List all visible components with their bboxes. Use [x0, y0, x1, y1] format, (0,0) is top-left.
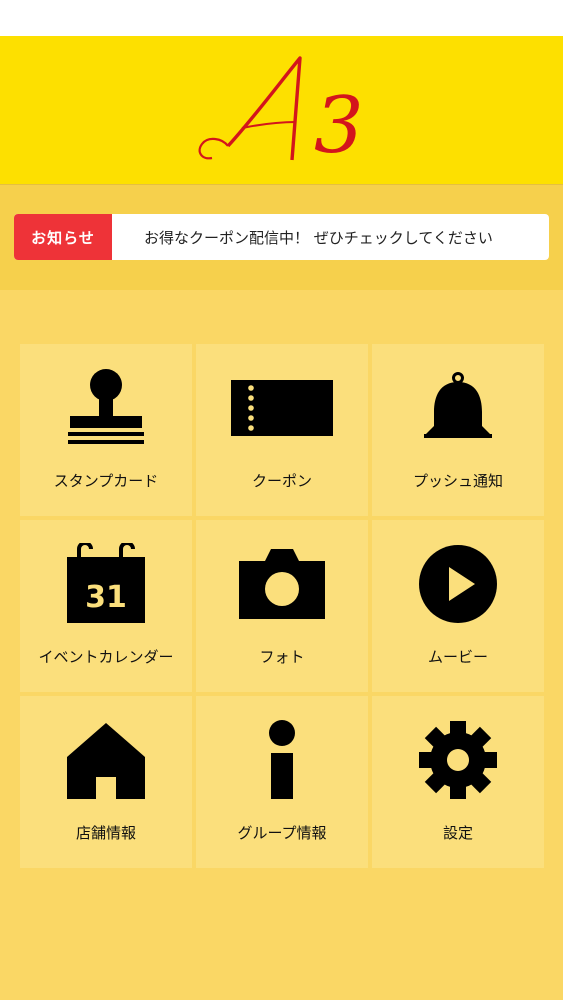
- menu-item-label: クーポン: [251, 472, 312, 490]
- menu-item-stamp-card[interactable]: スタンプカード: [20, 344, 192, 516]
- menu-item-label: イベントカレンダー: [38, 648, 174, 666]
- app-screen: 3 お知らせ お得なクーポン配信中！ ぜひチェックしてください スタンプカード …: [0, 0, 563, 1000]
- menu-item-label: グループ情報: [237, 824, 327, 842]
- menu-item-group-info[interactable]: グループ情報: [196, 696, 368, 868]
- news-label: お知らせ: [14, 214, 112, 260]
- menu-item-label: 店舗情報: [75, 824, 136, 842]
- news-bar: お知らせ お得なクーポン配信中！ ぜひチェックしてください: [0, 184, 563, 290]
- menu-item-label: 設定: [442, 824, 473, 842]
- logo-digit: 3: [314, 81, 364, 171]
- app-header: 3: [0, 36, 563, 184]
- a3-logo: 3: [198, 56, 364, 171]
- bell-icon: [424, 372, 492, 438]
- camera-icon: [239, 549, 325, 619]
- menu-grid: スタンプカード クーポン プッシュ通知 31 イベントカレンダー フォト ムービ…: [20, 344, 544, 868]
- info-icon: [269, 720, 295, 799]
- menu-item-label: スタンプカード: [53, 472, 159, 490]
- stamp-icon: [68, 369, 144, 444]
- gear-icon: [419, 721, 497, 799]
- status-bar: [0, 0, 563, 36]
- play-icon: [419, 545, 497, 623]
- news-message[interactable]: お得なクーポン配信中！ ぜひチェックしてください: [112, 227, 549, 248]
- news-ticker[interactable]: お知らせ お得なクーポン配信中！ ぜひチェックしてください: [14, 214, 549, 260]
- menu-item-photo[interactable]: フォト: [196, 520, 368, 692]
- calendar-day: 31: [85, 580, 127, 615]
- menu-item-shop-info[interactable]: 店舗情報: [20, 696, 192, 868]
- menu-area: スタンプカード クーポン プッシュ通知 31 イベントカレンダー フォト ムービ…: [0, 290, 563, 1000]
- menu-item-movie[interactable]: ムービー: [372, 520, 544, 692]
- menu-item-label: プッシュ通知: [412, 472, 503, 490]
- ticket-icon: [231, 380, 333, 436]
- house-icon: [67, 723, 145, 799]
- menu-item-push-notification[interactable]: プッシュ通知: [372, 344, 544, 516]
- menu-item-settings[interactable]: 設定: [372, 696, 544, 868]
- menu-item-label: フォト: [259, 648, 305, 666]
- menu-item-coupon[interactable]: クーポン: [196, 344, 368, 516]
- calendar-icon: 31: [67, 543, 145, 623]
- menu-item-event-calendar[interactable]: 31 イベントカレンダー: [20, 520, 192, 692]
- menu-item-label: ムービー: [427, 648, 488, 666]
